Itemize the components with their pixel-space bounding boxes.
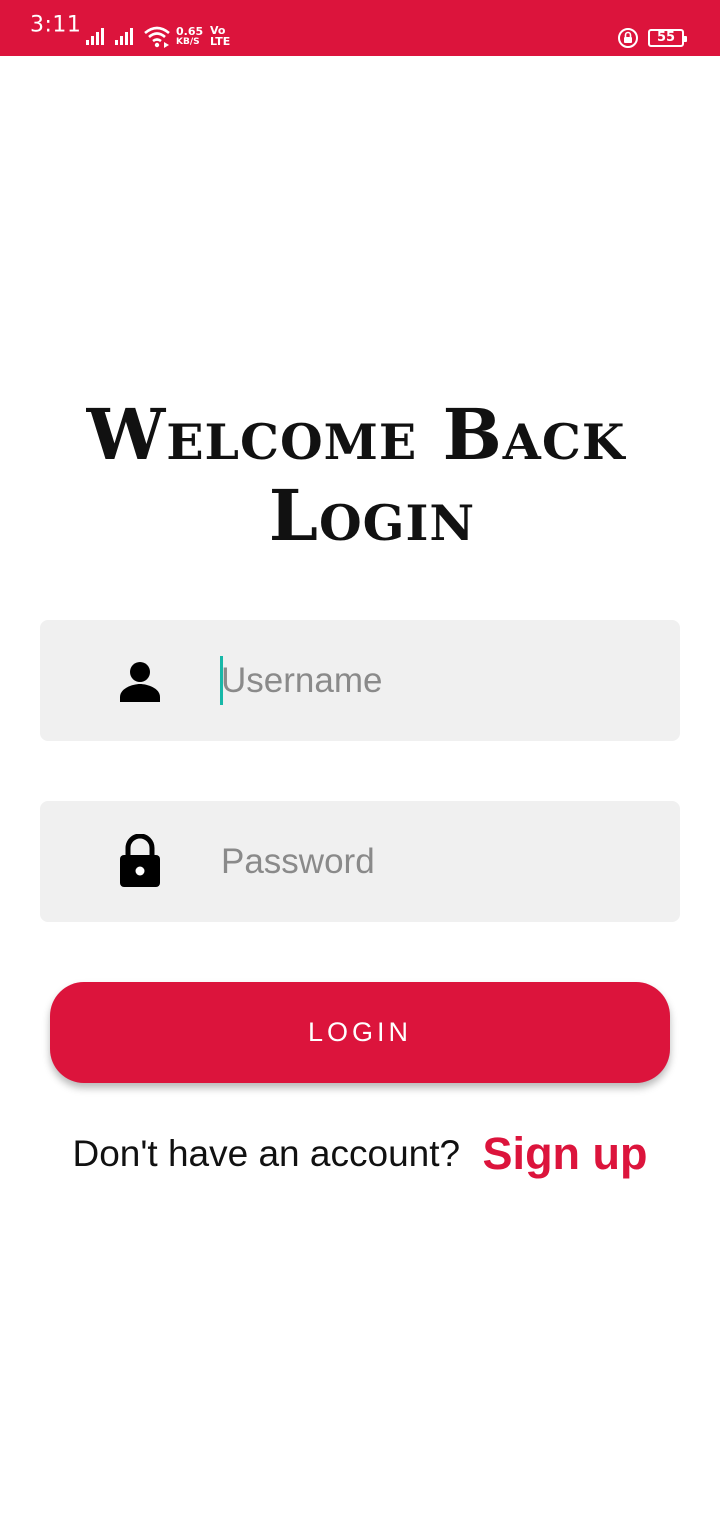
- signal-icon: [115, 28, 133, 45]
- rotation-lock-icon: [618, 28, 638, 48]
- signup-link[interactable]: Sign up: [483, 1128, 648, 1179]
- signup-prompt: Don't have an account?: [72, 1133, 461, 1174]
- signup-row: Don't have an account? Sign up: [0, 1128, 720, 1188]
- network-speed: 0.65 KB/S: [176, 26, 203, 48]
- status-time: 3:11: [30, 12, 82, 38]
- signal-icon: [86, 28, 104, 45]
- welcome-heading-line2: Login: [268, 474, 476, 557]
- network-speed-unit: KB/S: [176, 37, 200, 47]
- welcome-heading-line1: Welcome Back: [86, 393, 626, 476]
- lte-label: LTE: [210, 35, 231, 48]
- wifi-icon: [144, 26, 170, 48]
- lock-icon: [120, 834, 160, 887]
- login-screen: 3:11 0.65 KB/S Vo LTE 55 Welcome Back Lo…: [0, 0, 720, 1520]
- password-field[interactable]: [40, 801, 691, 922]
- battery-icon: 55: [648, 29, 687, 47]
- volte-indicator: Vo LTE: [210, 25, 230, 47]
- status-bar: 3:11 0.65 KB/S Vo LTE 55: [0, 0, 720, 56]
- password-input[interactable]: [221, 801, 691, 922]
- login-button[interactable]: LOGIN: [50, 982, 670, 1083]
- network-speed-value: 0.65: [176, 25, 204, 38]
- username-input[interactable]: [221, 620, 691, 741]
- username-field[interactable]: [40, 620, 691, 741]
- welcome-heading: Welcome Back Login: [0, 395, 720, 559]
- person-icon: [120, 662, 160, 702]
- battery-level: 55: [656, 30, 676, 45]
